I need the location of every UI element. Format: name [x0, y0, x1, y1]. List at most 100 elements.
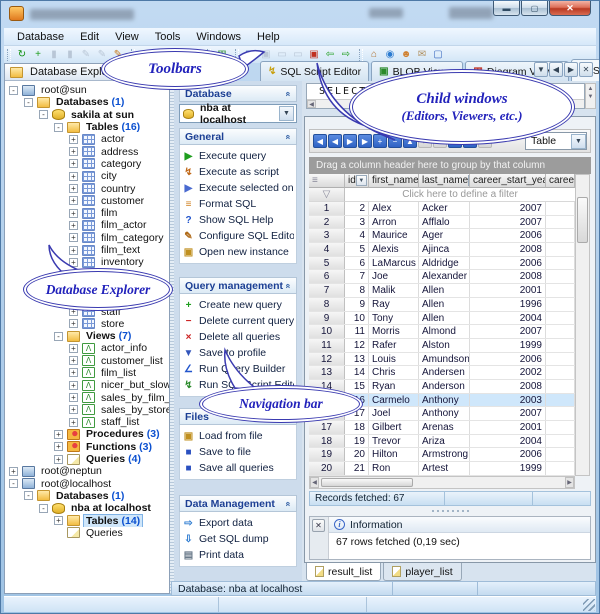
- expand-toggle[interactable]: +: [69, 171, 78, 181]
- cell[interactable]: 18: [309, 434, 345, 448]
- cell[interactable]: 17: [309, 421, 345, 434]
- expand-toggle[interactable]: +: [69, 220, 78, 230]
- collapse-icon[interactable]: «: [283, 91, 293, 96]
- nav-item-execute-selected-only[interactable]: ▶ Execute selected only: [182, 180, 294, 196]
- nav-item-create-new-query[interactable]: + Create new query: [182, 297, 294, 313]
- menu-database[interactable]: Database: [10, 30, 71, 44]
- grid-corner-cell[interactable]: ≡: [309, 174, 345, 188]
- cell[interactable]: Aldridge: [419, 256, 470, 270]
- cell[interactable]: 10: [345, 311, 369, 325]
- refresh-icon[interactable]: ↻: [14, 47, 30, 62]
- maximize-button[interactable]: ▢: [521, 1, 548, 16]
- cell[interactable]: 11: [345, 325, 369, 338]
- column-filter-icon[interactable]: ▼: [355, 175, 367, 186]
- cell[interactable]: 19: [345, 434, 369, 448]
- expand-toggle[interactable]: +: [69, 380, 78, 390]
- cell[interactable]: 2: [345, 202, 369, 215]
- result-tab-result-list[interactable]: result_list: [306, 563, 382, 581]
- cell[interactable]: Malik: [369, 284, 419, 297]
- tree-item-film-text[interactable]: + film_text: [5, 244, 169, 256]
- cell[interactable]: Anderson: [419, 379, 470, 393]
- tree-item-customer[interactable]: + customer: [5, 195, 169, 207]
- cell[interactable]: 18: [345, 421, 369, 434]
- nav-item-save-to-file[interactable]: ■ Save to file: [182, 444, 294, 460]
- expand-toggle[interactable]: +: [69, 257, 78, 267]
- menu-windows[interactable]: Windows: [189, 30, 248, 44]
- expand-toggle[interactable]: -: [24, 97, 33, 107]
- cell[interactable]: Anthony: [419, 393, 470, 407]
- expand-toggle[interactable]: +: [69, 208, 78, 218]
- scroll-thumb[interactable]: [321, 478, 413, 487]
- nav-item-save-all-queries[interactable]: ■ Save all queries: [182, 460, 294, 476]
- nav-item-execute-query[interactable]: ▶ Execute query: [182, 148, 294, 164]
- expand-toggle[interactable]: -: [39, 110, 48, 120]
- expand-toggle[interactable]: +: [69, 343, 78, 353]
- tree-item-nba-at-localhost[interactable]: - nba at localhost: [5, 502, 169, 514]
- cell[interactable]: 5: [345, 243, 369, 256]
- collapse-icon[interactable]: «: [283, 501, 293, 506]
- cell[interactable]: 5: [309, 256, 345, 270]
- tree-item-procedures[interactable]: + Procedures (3): [5, 428, 169, 440]
- expand-toggle[interactable]: +: [69, 233, 78, 243]
- edit-icon[interactable]: ✎: [78, 47, 94, 62]
- nav-item-delete-all-queries[interactable]: × Delete all queries: [182, 329, 294, 345]
- cell[interactable]: Carmelo: [369, 393, 419, 407]
- cell[interactable]: Almond: [419, 325, 470, 338]
- cell[interactable]: 20: [309, 462, 345, 475]
- cell[interactable]: Hilton: [369, 448, 419, 462]
- expand-toggle[interactable]: +: [54, 516, 63, 526]
- tree-item-inventory[interactable]: + inventory: [5, 256, 169, 268]
- collapse-icon[interactable]: «: [283, 283, 293, 288]
- cell[interactable]: 11: [309, 338, 345, 352]
- column-header-first-name[interactable]: first_name▼: [369, 174, 419, 188]
- cell[interactable]: 6: [345, 256, 369, 270]
- expand-toggle[interactable]: +: [69, 319, 78, 329]
- nav-item-load-from-file[interactable]: ▣ Load from file: [182, 428, 294, 444]
- cell[interactable]: 14: [345, 366, 369, 379]
- cell[interactable]: Allen: [419, 311, 470, 325]
- tree-item-tables[interactable]: - Tables (16): [5, 121, 169, 133]
- nav-item-show-sql-help[interactable]: ? Show SQL Help: [182, 212, 294, 228]
- tree-item-city[interactable]: + city: [5, 170, 169, 182]
- cell[interactable]: Afflalo: [419, 215, 470, 229]
- cell[interactable]: Joel: [369, 407, 419, 420]
- expand-toggle[interactable]: +: [69, 245, 78, 255]
- tab-sql-script-editor[interactable]: ↯ SQL Script Editor: [260, 61, 370, 81]
- tree-item-address[interactable]: + address: [5, 145, 169, 158]
- minimize-button[interactable]: ▬: [493, 1, 520, 16]
- tree-item-functions[interactable]: + Functions (3): [5, 441, 169, 453]
- cell[interactable]: 19: [309, 448, 345, 462]
- cell[interactable]: 12: [309, 352, 345, 366]
- menu-view[interactable]: View: [108, 30, 146, 44]
- cell[interactable]: Alexis: [369, 243, 419, 256]
- tree-item-staff-list[interactable]: + staff_list: [5, 416, 169, 428]
- add-database-icon[interactable]: +: [30, 47, 46, 62]
- cell[interactable]: Arron: [369, 215, 419, 229]
- expand-toggle[interactable]: +: [69, 417, 78, 427]
- cell[interactable]: Ajinca: [419, 243, 470, 256]
- tree-item-root-neptun[interactable]: + root@neptun: [5, 465, 169, 477]
- cell[interactable]: Chris: [369, 366, 419, 379]
- cell[interactable]: Maurice: [369, 229, 419, 243]
- cell[interactable]: Rafer: [369, 338, 419, 352]
- cell[interactable]: Gilbert: [369, 421, 419, 434]
- cell[interactable]: 8: [309, 297, 345, 311]
- cell[interactable]: 8: [345, 284, 369, 297]
- cell[interactable]: Alex: [369, 202, 419, 215]
- cell[interactable]: Allen: [419, 284, 470, 297]
- nav-item-execute-as-script[interactable]: ↯ Execute as script: [182, 164, 294, 180]
- expand-toggle[interactable]: +: [54, 429, 63, 439]
- result-tab-player-list[interactable]: player_list: [383, 563, 462, 581]
- prior-button[interactable]: ◀: [328, 134, 342, 148]
- cell[interactable]: 3: [309, 229, 345, 243]
- cell[interactable]: 1: [309, 202, 345, 215]
- cell[interactable]: 13: [345, 352, 369, 366]
- tree-item-store[interactable]: + store: [5, 318, 169, 330]
- cell[interactable]: Ager: [419, 229, 470, 243]
- tree-item-nicer-but-slower-film-list[interactable]: + nicer_but_slower_film_list: [5, 379, 169, 391]
- cell[interactable]: Ron: [369, 462, 419, 475]
- section-header-general[interactable]: General «: [179, 128, 297, 145]
- cell[interactable]: Alexander: [419, 270, 470, 284]
- cell[interactable]: 7: [309, 284, 345, 297]
- tree-item-sakila-at-sun[interactable]: - sakila at sun: [5, 109, 169, 121]
